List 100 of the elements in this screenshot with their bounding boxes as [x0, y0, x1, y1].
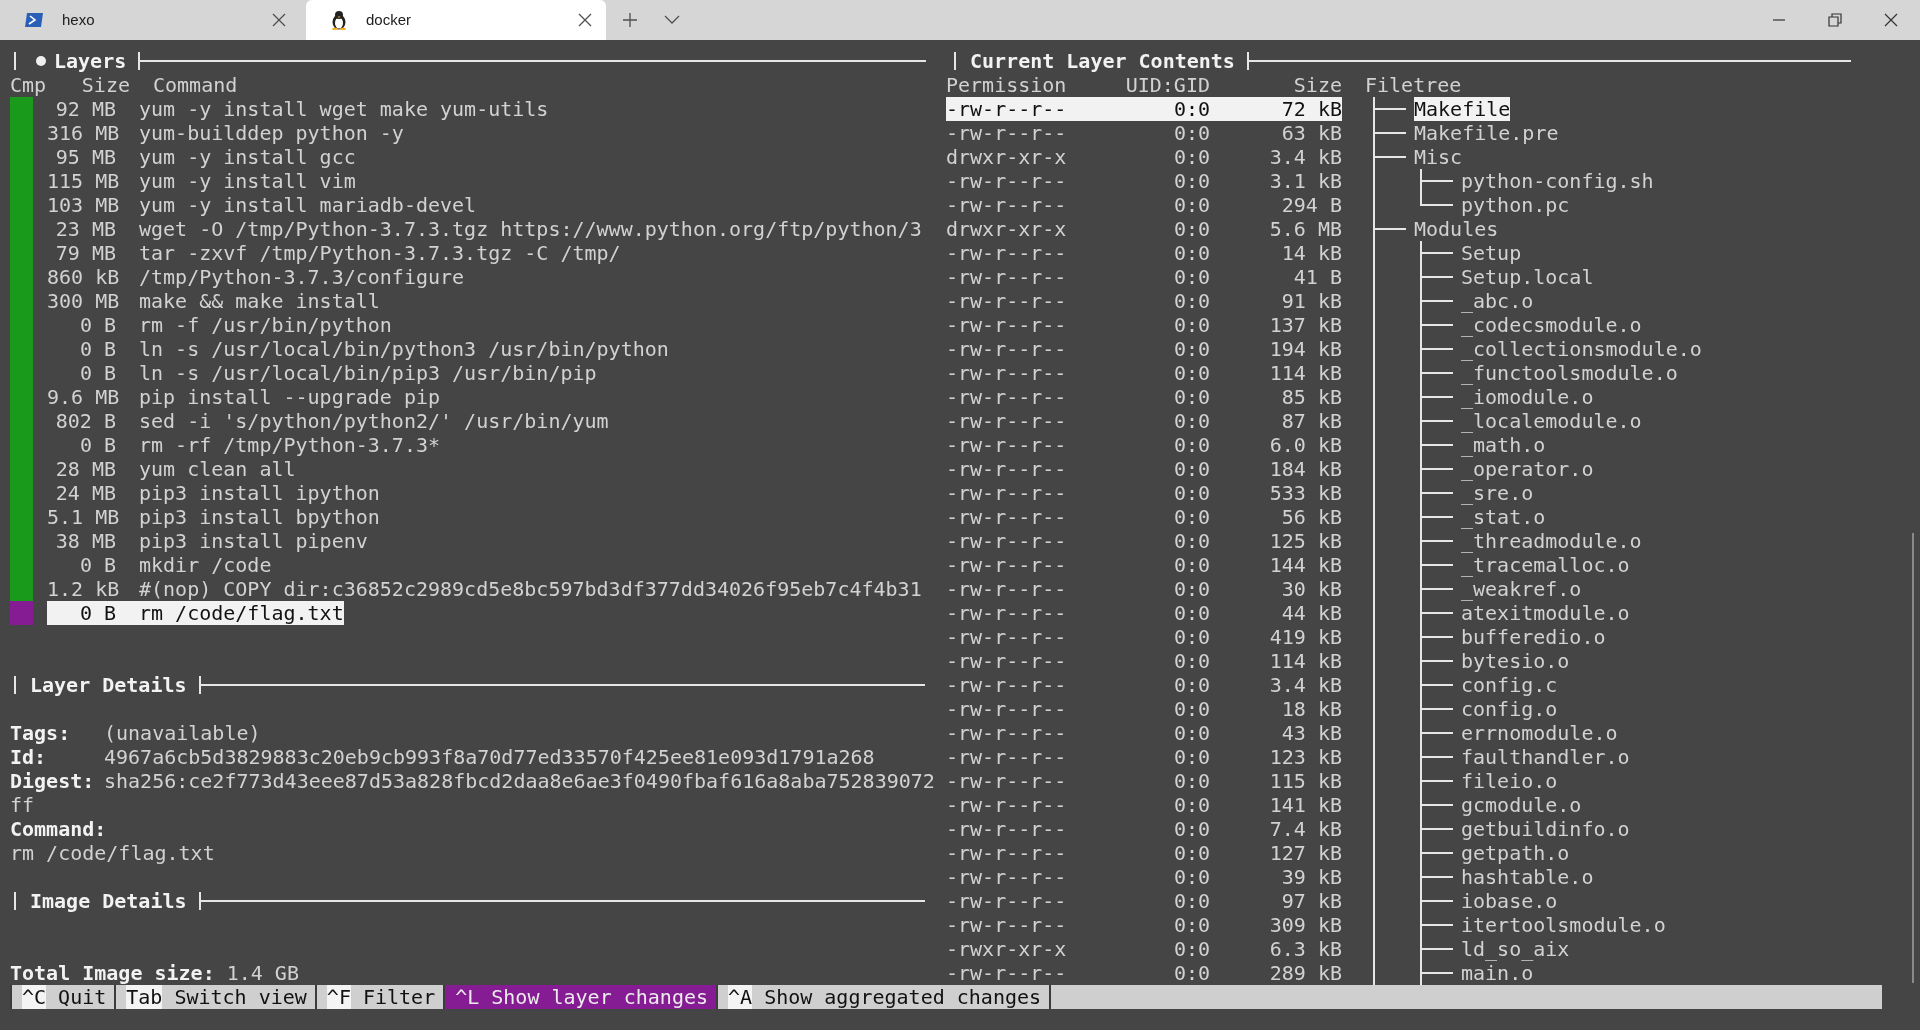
file-name[interactable]: gcmodule.o: [1461, 793, 1582, 817]
file-name[interactable]: Makefile: [1414, 97, 1511, 121]
layer-row[interactable]: 92 MB yum -y install wget make yum-utils: [47, 97, 549, 121]
file-name[interactable]: Setup.local: [1461, 265, 1594, 289]
layer-row[interactable]: 300 MB make && make install: [47, 289, 380, 313]
layer-row[interactable]: 23 MB wget -O /tmp/Python-3.7.3.tgz https://www.python.org/ftp/python/3: [47, 217, 922, 241]
file-row[interactable]: -rw-r--r-- 0:0 144 kB: [946, 553, 1342, 577]
file-row[interactable]: -rw-r--r-- 0:0 294 B: [946, 193, 1342, 217]
plus-icon[interactable]: [622, 12, 638, 28]
file-row[interactable]: -rw-r--r-- 0:0 137 kB: [946, 313, 1342, 337]
layer-row[interactable]: 0 B mkdir /code: [47, 553, 272, 577]
file-row[interactable]: -rw-r--r-- 0:0 114 kB: [946, 649, 1342, 673]
shortcut-button[interactable]: ^F Filter: [314, 985, 444, 1009]
file-row[interactable]: -rw-r--r-- 0:0 91 kB: [946, 289, 1342, 313]
file-name[interactable]: _codecsmodule.o: [1461, 313, 1642, 337]
file-row[interactable]: -rw-r--r-- 0:0 85 kB: [946, 385, 1342, 409]
file-name[interactable]: python-config.sh: [1461, 169, 1654, 193]
file-name[interactable]: _tracemalloc.o: [1461, 553, 1630, 577]
file-row[interactable]: -rwxr-xr-x 0:0 6.3 kB: [946, 937, 1342, 961]
layer-row[interactable]: 0 B ln -s /usr/local/bin/python3 /usr/bin/python: [47, 337, 669, 361]
layer-row[interactable]: 0 B ln -s /usr/local/bin/pip3 /usr/bin/pip: [47, 361, 597, 385]
file-name[interactable]: main.o: [1461, 961, 1534, 985]
file-row[interactable]: -rw-r--r-- 0:0 141 kB: [946, 793, 1342, 817]
shortcut-button[interactable]: ^L Show layer changes: [443, 985, 717, 1009]
file-name[interactable]: _localemodule.o: [1461, 409, 1642, 433]
layer-row[interactable]: 316 MB yum-builddep python -y: [47, 121, 404, 145]
file-row[interactable]: -rw-r--r-- 0:0 3.1 kB: [946, 169, 1342, 193]
layer-row[interactable]: 28 MB yum clean all: [47, 457, 296, 481]
file-row[interactable]: -rw-r--r-- 0:0 6.0 kB: [946, 433, 1342, 457]
file-row[interactable]: -rw-r--r-- 0:0 97 kB: [946, 889, 1342, 913]
file-row[interactable]: -rw-r--r-- 0:0 41 B: [946, 265, 1342, 289]
file-name[interactable]: _operator.o: [1461, 457, 1594, 481]
layer-row[interactable]: 5.1 MB pip3 install bpython: [47, 505, 380, 529]
file-name[interactable]: _weakref.o: [1461, 577, 1582, 601]
file-name[interactable]: Modules: [1414, 217, 1499, 241]
layer-row[interactable]: 95 MB yum -y install gcc: [47, 145, 356, 169]
layer-row[interactable]: 9.6 MB pip install --upgrade pip: [47, 385, 441, 409]
layer-row[interactable]: 79 MB tar -zxvf /tmp/Python-3.7.3.tgz -C /tmp/: [47, 241, 621, 265]
shortcut-button[interactable]: ^C Quit: [10, 985, 115, 1009]
close-icon[interactable]: [578, 13, 592, 27]
file-name[interactable]: ld_so_aix: [1461, 937, 1570, 961]
file-name[interactable]: iobase.o: [1461, 889, 1558, 913]
file-name[interactable]: atexitmodule.o: [1461, 601, 1630, 625]
file-name[interactable]: Makefile.pre: [1414, 121, 1559, 145]
file-name[interactable]: bytesio.o: [1461, 649, 1570, 673]
shortcut-button[interactable]: ^A Show aggregated changes: [716, 985, 1050, 1009]
file-row[interactable]: -rw-r--r-- 0:0 115 kB: [946, 769, 1342, 793]
file-name[interactable]: _collectionsmodule.o: [1461, 337, 1702, 361]
layer-row[interactable]: 1.2 kB #(nop) COPY dir:c36852c2989cd5e8bc597bd3df377dd34026f95eb7c4f4b31: [47, 577, 922, 601]
file-name[interactable]: _stat.o: [1461, 505, 1546, 529]
file-name[interactable]: itertoolsmodule.o: [1461, 913, 1666, 937]
file-name[interactable]: bufferedio.o: [1461, 625, 1606, 649]
shortcut-button[interactable]: Tab Switch view: [114, 985, 315, 1009]
file-row[interactable]: -rw-r--r-- 0:0 3.4 kB: [946, 673, 1342, 697]
file-row[interactable]: -rw-r--r-- 0:0 43 kB: [946, 721, 1342, 745]
layer-row[interactable]: 103 MB yum -y install mariadb-devel: [47, 193, 477, 217]
close-icon[interactable]: [272, 13, 286, 27]
file-name[interactable]: config.o: [1461, 697, 1558, 721]
layer-row[interactable]: 0 B rm /code/flag.txt: [47, 601, 344, 625]
file-name[interactable]: _sre.o: [1461, 481, 1534, 505]
file-name[interactable]: _abc.o: [1461, 289, 1534, 313]
file-row[interactable]: -rw-r--r-- 0:0 30 kB: [946, 577, 1342, 601]
file-row[interactable]: drwxr-xr-x 0:0 3.4 kB: [946, 145, 1342, 169]
file-name[interactable]: faulthandler.o: [1461, 745, 1630, 769]
file-row[interactable]: drwxr-xr-x 0:0 5.6 MB: [946, 217, 1342, 241]
file-row[interactable]: -rw-r--r-- 0:0 184 kB: [946, 457, 1342, 481]
file-row[interactable]: -rw-r--r-- 0:0 7.4 kB: [946, 817, 1342, 841]
file-row[interactable]: -rw-r--r-- 0:0 56 kB: [946, 505, 1342, 529]
scrollbar-thumb[interactable]: [1912, 533, 1914, 983]
file-name[interactable]: fileio.o: [1461, 769, 1558, 793]
file-name[interactable]: _iomodule.o: [1461, 385, 1594, 409]
file-name[interactable]: hashtable.o: [1461, 865, 1594, 889]
file-row[interactable]: -rw-r--r-- 0:0 419 kB: [946, 625, 1342, 649]
close-icon[interactable]: [1884, 13, 1898, 27]
layer-row[interactable]: 802 B sed -i 's/python/python2/' /usr/bin/yum: [47, 409, 609, 433]
restore-icon[interactable]: [1828, 13, 1842, 27]
file-name[interactable]: getbuildinfo.o: [1461, 817, 1630, 841]
file-row[interactable]: -rw-r--r-- 0:0 533 kB: [946, 481, 1342, 505]
file-row[interactable]: -rw-r--r-- 0:0 63 kB: [946, 121, 1342, 145]
layer-row[interactable]: 0 B rm -rf /tmp/Python-3.7.3*: [47, 433, 441, 457]
file-row[interactable]: -rw-r--r-- 0:0 44 kB: [946, 601, 1342, 625]
file-name[interactable]: Misc: [1414, 145, 1463, 169]
file-row[interactable]: -rw-r--r-- 0:0 127 kB: [946, 841, 1342, 865]
chevron-down-icon[interactable]: [664, 15, 680, 25]
file-name[interactable]: _functoolsmodule.o: [1461, 361, 1678, 385]
file-row[interactable]: -rw-r--r-- 0:0 123 kB: [946, 745, 1342, 769]
file-row[interactable]: -rw-r--r-- 0:0 18 kB: [946, 697, 1342, 721]
layer-row[interactable]: 24 MB pip3 install ipython: [47, 481, 380, 505]
file-name[interactable]: _math.o: [1461, 433, 1546, 457]
file-row[interactable]: -rw-r--r-- 0:0 125 kB: [946, 529, 1342, 553]
layer-row[interactable]: 0 B rm -f /usr/bin/python: [47, 313, 392, 337]
file-row[interactable]: -rw-r--r-- 0:0 309 kB: [946, 913, 1342, 937]
file-row[interactable]: -rw-r--r-- 0:0 72 kB: [946, 97, 1342, 121]
file-name[interactable]: getpath.o: [1461, 841, 1570, 865]
file-row[interactable]: -rw-r--r-- 0:0 39 kB: [946, 865, 1342, 889]
file-name[interactable]: python.pc: [1461, 193, 1570, 217]
file-name[interactable]: _threadmodule.o: [1461, 529, 1642, 553]
file-row[interactable]: -rw-r--r-- 0:0 14 kB: [946, 241, 1342, 265]
layer-row[interactable]: 38 MB pip3 install pipenv: [47, 529, 368, 553]
file-row[interactable]: -rw-r--r-- 0:0 114 kB: [946, 361, 1342, 385]
